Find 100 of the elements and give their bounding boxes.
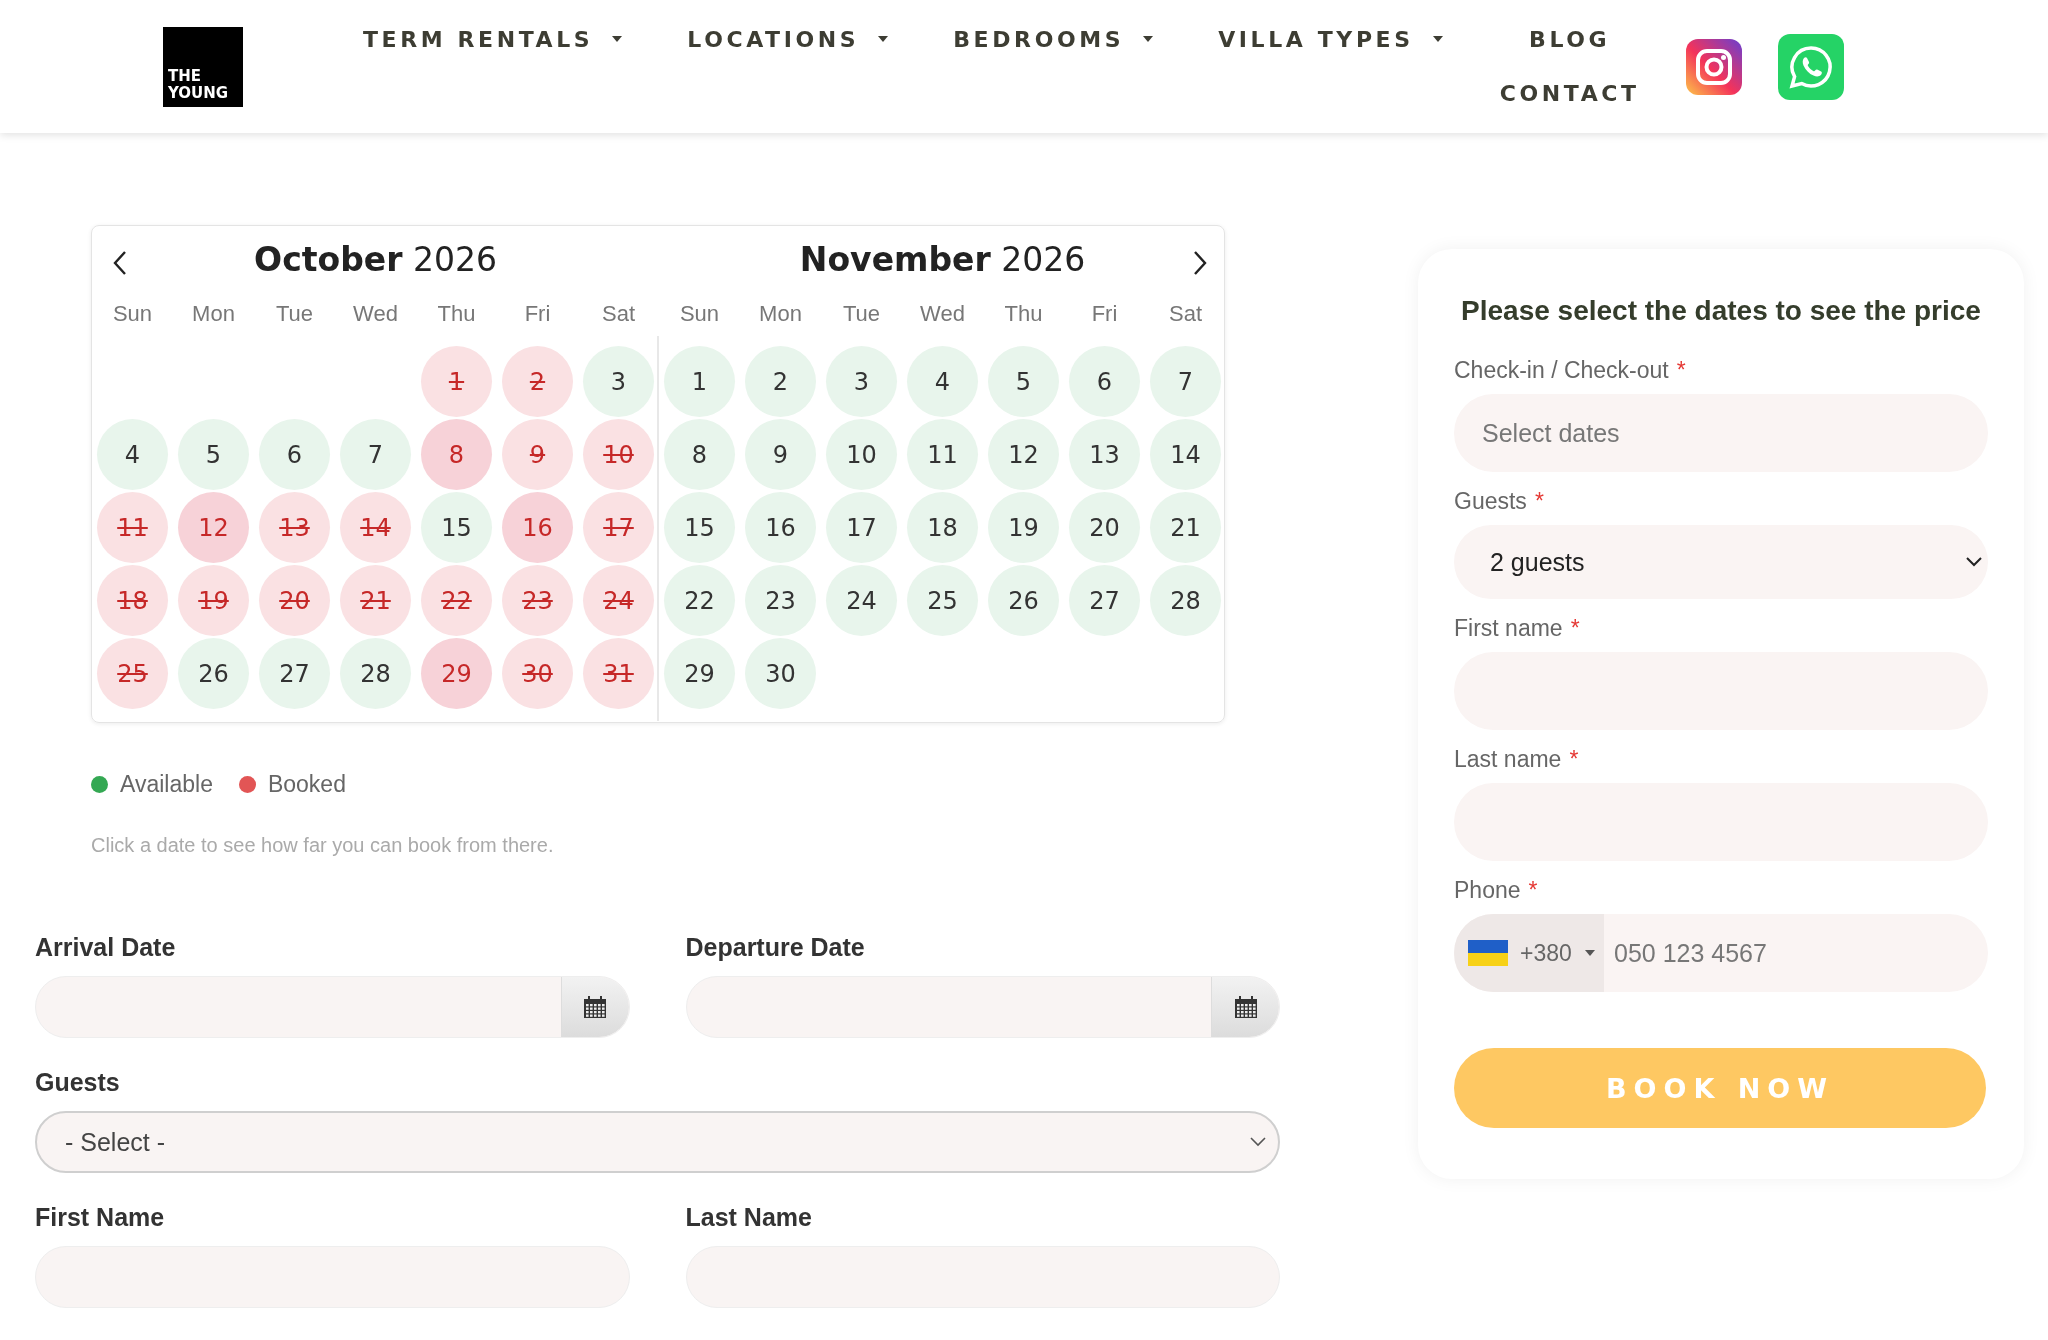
flag-icon	[1468, 940, 1508, 966]
calendar-day[interactable]: 11	[97, 492, 168, 563]
nav-link[interactable]: TERM RENTALS	[363, 22, 624, 56]
nav-link[interactable]: BEDROOMS	[953, 22, 1155, 56]
phone-field[interactable]: 050 123 4567	[1604, 914, 1988, 992]
calendar-day[interactable]: 19	[178, 565, 249, 636]
calendar-day[interactable]: 15	[421, 492, 492, 563]
calendar-day[interactable]: 14	[340, 492, 411, 563]
nav-link[interactable]: CONTACT	[1499, 76, 1640, 110]
calendar-day[interactable]: 14	[1150, 419, 1221, 490]
next-month-button[interactable]	[1192, 250, 1208, 276]
calendar-day[interactable]: 5	[988, 346, 1059, 417]
calendar-day[interactable]: 21	[1150, 492, 1221, 563]
calendar-day[interactable]: 18	[907, 492, 978, 563]
weekday-label: Wed	[352, 300, 399, 328]
country-code-select[interactable]: +380	[1454, 914, 1604, 992]
calendar-day[interactable]: 18	[97, 565, 168, 636]
calendar-day[interactable]: 6	[259, 419, 330, 490]
logo[interactable]: THE YOUNG	[163, 26, 243, 107]
calendar-day[interactable]: 29	[664, 638, 735, 709]
calendar-day[interactable]: 22	[421, 565, 492, 636]
calendar-day[interactable]: 8	[664, 419, 735, 490]
calendar-day[interactable]: 8	[421, 419, 492, 490]
weekday-label: Sat	[1168, 300, 1203, 328]
field-label: Guests	[1454, 488, 1527, 515]
field-label: First name	[1454, 615, 1563, 642]
phone-chat-icon	[1777, 33, 1844, 100]
calendar-day[interactable]: 9	[745, 419, 816, 490]
required-mark: *	[1528, 877, 1538, 904]
guests-select[interactable]: 2 guests	[1454, 525, 1988, 599]
required-mark: *	[1676, 357, 1686, 384]
calendar-day[interactable]: 3	[583, 346, 654, 417]
calendar-day[interactable]: 26	[178, 638, 249, 709]
field-label: Last Name	[685, 1203, 813, 1232]
calendar-day[interactable]: 25	[907, 565, 978, 636]
nav-link[interactable]: BLOG	[1529, 22, 1611, 56]
month-title: November 2026	[799, 239, 1086, 279]
calendar-day[interactable]: 22	[664, 565, 735, 636]
weekday-label: Wed	[919, 300, 966, 328]
calendar-day[interactable]: 24	[826, 565, 897, 636]
calendar-day[interactable]: 23	[502, 565, 573, 636]
calendar-day[interactable]: 27	[259, 638, 330, 709]
calendar-day[interactable]: 13	[1069, 419, 1140, 490]
card-title: Please select the dates to see the price	[1460, 295, 1982, 327]
calendar-button[interactable]	[560, 977, 629, 1037]
calendar-day[interactable]: 7	[340, 419, 411, 490]
weekday-label: Sat	[601, 300, 636, 328]
required-mark: *	[1570, 615, 1580, 642]
calendar-day[interactable]: 4	[97, 419, 168, 490]
calendar-day[interactable]: 30	[745, 638, 816, 709]
field-label: Departure Date	[685, 933, 866, 962]
caret-icon	[877, 35, 890, 43]
legend-label: Booked	[267, 771, 346, 798]
calendar-day[interactable]: 21	[340, 565, 411, 636]
calendar-button[interactable]	[1211, 977, 1279, 1037]
calendar-day[interactable]: 10	[583, 419, 654, 490]
calendar-day[interactable]: 4	[907, 346, 978, 417]
calendar-day[interactable]: 3	[826, 346, 897, 417]
weekday-label: Fri	[523, 300, 552, 328]
calendar-day[interactable]: 15	[664, 492, 735, 563]
calendar-day[interactable]: 25	[97, 638, 168, 709]
calendar-day[interactable]: 1	[421, 346, 492, 417]
calendar-day[interactable]: 19	[988, 492, 1059, 563]
calendar-day[interactable]: 17	[826, 492, 897, 563]
calendar-day[interactable]: 12	[988, 419, 1059, 490]
calendar-day[interactable]: 28	[1150, 565, 1221, 636]
weekday-label: Mon	[191, 300, 236, 328]
nav-link[interactable]: VILLA TYPES	[1218, 22, 1444, 56]
caret-icon	[1583, 949, 1596, 957]
calendar-day[interactable]: 28	[340, 638, 411, 709]
calendar-day[interactable]: 17	[583, 492, 654, 563]
calendar-day[interactable]: 10	[826, 419, 897, 490]
calendar-day[interactable]: 13	[259, 492, 330, 563]
calendar-day[interactable]: 29	[421, 638, 492, 709]
calendar-day[interactable]: 16	[745, 492, 816, 563]
camera-icon	[1685, 38, 1742, 95]
calendar-day[interactable]: 20	[1069, 492, 1140, 563]
guests-select[interactable]: - Select -	[35, 1111, 1280, 1173]
calendar-day[interactable]: 16	[502, 492, 573, 563]
nav-link[interactable]: LOCATIONS	[687, 22, 890, 56]
calendar-day[interactable]: 23	[745, 565, 816, 636]
calendar-day[interactable]: 5	[178, 419, 249, 490]
previous-month-button[interactable]	[112, 250, 128, 276]
calendar-day[interactable]: 26	[988, 565, 1059, 636]
calendar-day[interactable]: 20	[259, 565, 330, 636]
text-field[interactable]: Select dates	[1454, 394, 1988, 472]
calendar-day[interactable]: 12	[178, 492, 249, 563]
calendar-day[interactable]: 2	[502, 346, 573, 417]
chevron-icon	[1966, 557, 1982, 567]
calendar-day[interactable]: 9	[502, 419, 573, 490]
calendar-day[interactable]: 24	[583, 565, 654, 636]
calendar-day[interactable]: 6	[1069, 346, 1140, 417]
calendar-day[interactable]: 7	[1150, 346, 1221, 417]
calendar-day[interactable]: 11	[907, 419, 978, 490]
calendar-day[interactable]: 2	[745, 346, 816, 417]
calendar-icon	[583, 995, 607, 1019]
calendar-day[interactable]: 30	[502, 638, 573, 709]
calendar-day[interactable]: 27	[1069, 565, 1140, 636]
calendar-day[interactable]: 31	[583, 638, 654, 709]
calendar-day[interactable]: 1	[664, 346, 735, 417]
